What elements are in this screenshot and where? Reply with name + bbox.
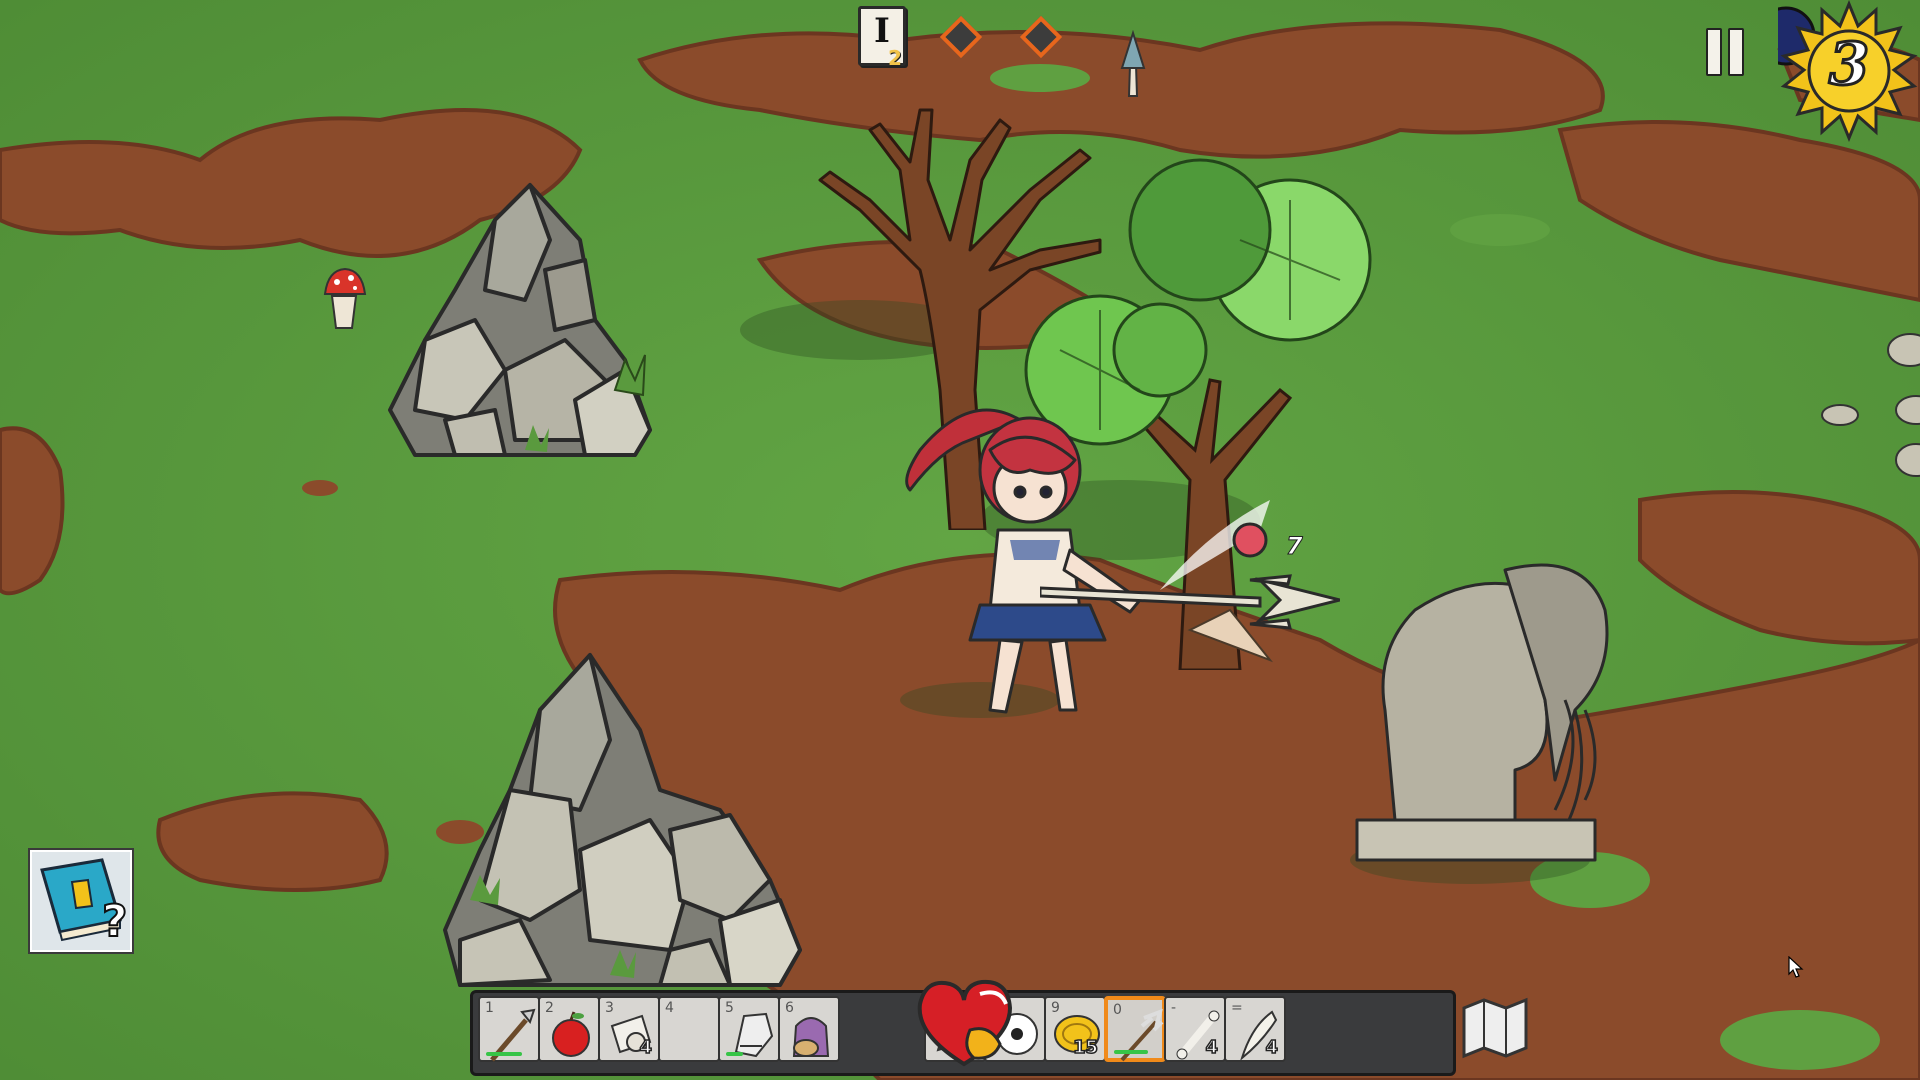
day-number: 3 <box>1827 29 1870 100</box>
slot-key-label: 4 <box>665 1000 674 1016</box>
heart-health-slot[interactable] <box>910 974 1018 1070</box>
pebbles <box>1821 333 1920 477</box>
hotbar-slot-10[interactable]: 0 <box>1104 996 1166 1062</box>
hotbar-slot-6[interactable]: 6 <box>778 996 840 1062</box>
hotbar-slot-3[interactable]: 34 <box>598 996 660 1062</box>
rock-formation[interactable] <box>440 650 810 990</box>
pause-icon <box>1706 28 1722 76</box>
trident-icon <box>1120 1008 1164 1062</box>
day-counter: 3 <box>1778 0 1920 142</box>
hotbar-slot-4[interactable]: 4 <box>658 996 720 1062</box>
map-icon <box>1462 997 1528 1059</box>
durability-bar <box>486 1052 522 1056</box>
hotbar: 12344568289150-4=4 <box>470 979 1528 1076</box>
rock-formation[interactable] <box>385 180 675 460</box>
hotbar-slot-12[interactable]: = 4 <box>1224 996 1286 1062</box>
backpack-icon <box>792 1017 830 1057</box>
durability-bar <box>726 1052 743 1056</box>
item-quantity: 4 <box>1205 1036 1219 1059</box>
game-world[interactable]: 7 <box>0 0 1920 1080</box>
durability-bar <box>1114 1050 1148 1054</box>
damage-number: 7 <box>1286 532 1304 561</box>
creepy-statue[interactable] <box>1355 550 1625 870</box>
mushroom[interactable] <box>322 266 368 332</box>
item-quantity: 4 <box>1265 1036 1279 1059</box>
pause-button[interactable] <box>1706 28 1746 76</box>
hotbar-slot-2[interactable]: 2 <box>538 996 600 1062</box>
item-quantity: 4 <box>639 1036 653 1059</box>
hotbar-slot-1[interactable]: 1 <box>478 996 540 1062</box>
hotbar-slot-11[interactable]: -4 <box>1164 996 1226 1062</box>
slash-effect <box>1160 500 1274 663</box>
apple-icon <box>552 1011 590 1057</box>
map-button[interactable] <box>1460 996 1530 1060</box>
mushroom[interactable] <box>1118 30 1148 98</box>
hotbar-slot-5[interactable]: 5 <box>718 996 780 1062</box>
item-quantity: 15 <box>1072 1036 1099 1059</box>
codex-book-button[interactable]: ? <box>28 848 134 954</box>
mouse-cursor <box>1788 956 1804 978</box>
hotbar-slot-9[interactable]: 9 15 <box>1044 996 1106 1062</box>
act-numeral: I <box>874 11 890 51</box>
act-count: 2 <box>888 46 902 70</box>
help-question-mark: ? <box>101 895 128 948</box>
